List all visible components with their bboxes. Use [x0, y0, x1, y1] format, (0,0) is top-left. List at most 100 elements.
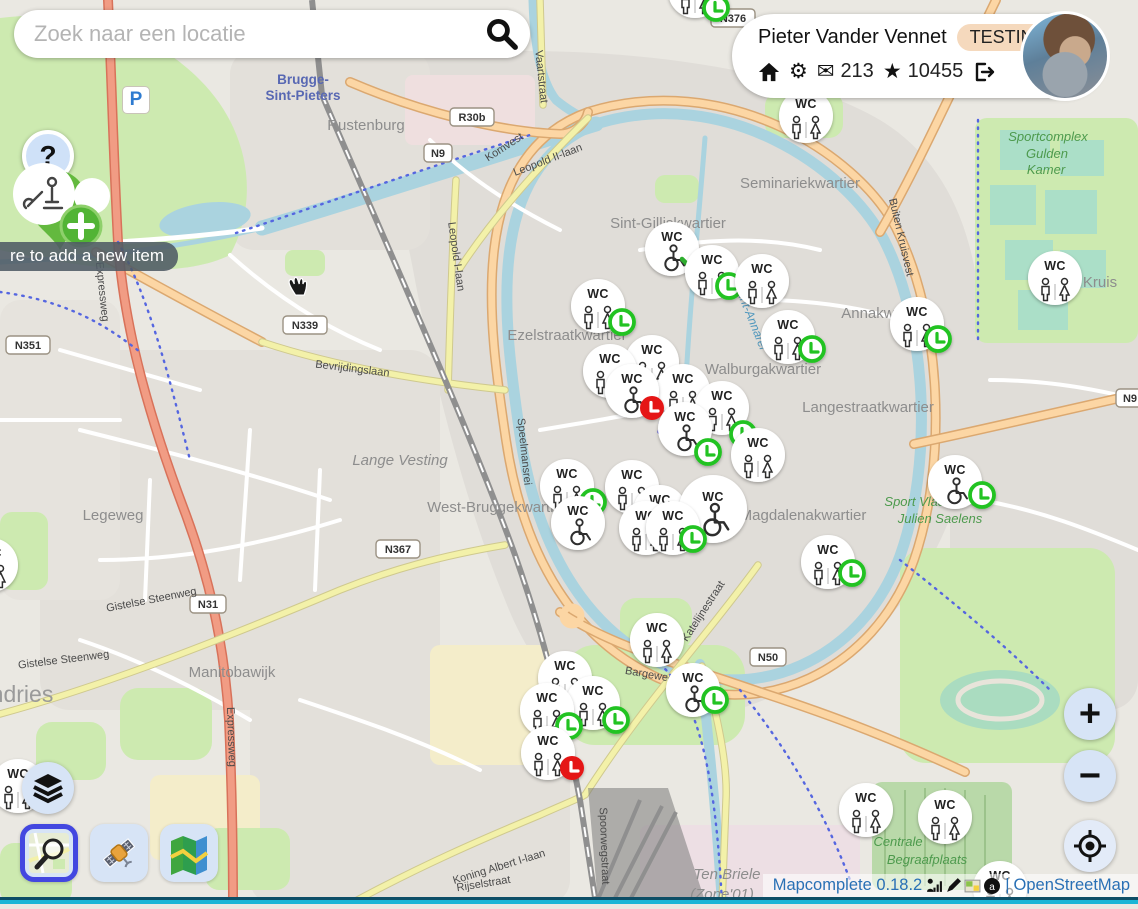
opening-hours-badge [970, 483, 994, 507]
svg-text:WC: WC [641, 343, 662, 357]
road-shield: N339 [283, 316, 327, 334]
geolocate-button[interactable] [1064, 820, 1116, 872]
svg-text:WC: WC [582, 684, 603, 698]
map-label: Brugge- [277, 72, 329, 87]
opening-hours-badge [604, 708, 628, 732]
svg-text:WC: WC [701, 253, 722, 267]
opening-hours-badge [840, 561, 864, 585]
map-label: Gulden [1026, 146, 1068, 161]
search-bar [14, 10, 530, 58]
settings-gear-icon[interactable]: ⚙ [789, 59, 808, 84]
svg-text:WC: WC [711, 389, 732, 403]
opening-hours-badge [926, 327, 950, 351]
svg-text:WC: WC [662, 509, 683, 523]
attribution-separator: | [1005, 876, 1009, 895]
parking-symbol: P [122, 86, 150, 114]
svg-text:a: a [989, 882, 995, 893]
toilet-marker[interactable]: WC [839, 783, 893, 837]
svg-text:N31: N31 [198, 599, 218, 611]
toilet-marker[interactable]: WC [735, 254, 789, 308]
messages-count: 213 [840, 60, 873, 83]
hand-cursor-icon [283, 268, 313, 305]
theme-icon[interactable] [964, 877, 981, 894]
road-shield: N9 [1116, 389, 1138, 407]
search-input[interactable] [14, 21, 484, 47]
layers-button[interactable] [22, 762, 74, 814]
svg-text:WC: WC [554, 659, 575, 673]
map-label: Seminariekwartier [740, 175, 860, 192]
svg-text:WC: WC [795, 97, 816, 111]
map-label: Ten Briele [694, 866, 761, 883]
map-canvas[interactable]: N376R30bN9N339N351N367N31N50N9 Rustenbur… [0, 0, 1138, 904]
toilet-marker[interactable]: WC [918, 790, 972, 844]
openstreetmap-link[interactable]: OpenStreetMap [1014, 876, 1130, 895]
crosshair-icon [1073, 829, 1107, 863]
map-label: Sportcomplex [1008, 129, 1088, 144]
svg-text:N367: N367 [385, 544, 411, 556]
user-avatar[interactable] [1020, 11, 1110, 101]
attribution-bar: Mapcomplete 0.18.2 a | OpenStreetMap [763, 874, 1138, 897]
home-icon[interactable] [758, 61, 780, 83]
road-shield: N351 [6, 336, 50, 354]
add-item-tooltip: re to add a new item [0, 242, 178, 271]
svg-text:WC: WC [777, 318, 798, 332]
svg-text:WC: WC [944, 463, 965, 477]
search-icon[interactable] [484, 16, 520, 52]
user-panel: Pieter Vander Vennet TESTING ⚙ ✉ 213 ★ 1… [732, 14, 1106, 98]
road-shield: R30b [450, 108, 494, 126]
background-style-switcher [20, 824, 218, 882]
zoom-in-button[interactable]: + [1064, 688, 1116, 740]
zoom-out-button[interactable]: − [1064, 750, 1116, 802]
toilet-marker[interactable]: WC [630, 613, 684, 667]
svg-text:WC: WC [536, 691, 557, 705]
folded-map-icon [167, 831, 211, 875]
road-shield: N31 [190, 595, 226, 613]
road-shield: N9 [424, 144, 452, 162]
mapcomplete-version[interactable]: Mapcomplete 0.18.2 [773, 876, 923, 895]
toilet-marker-wheelchair[interactable]: WC [551, 496, 605, 550]
map-label: Expressweg [224, 707, 238, 767]
opening-hours-badge [696, 440, 720, 464]
style-map-button[interactable] [160, 824, 218, 882]
opening-hours-badge [703, 688, 727, 712]
svg-text:WC: WC [621, 468, 642, 482]
opening-hours-badge [610, 310, 634, 334]
edit-pencil-icon[interactable] [945, 877, 962, 894]
svg-text:WC: WC [702, 490, 723, 504]
svg-text:WC: WC [646, 621, 667, 635]
svg-text:WC: WC [674, 410, 695, 424]
svg-text:N9: N9 [1123, 393, 1137, 405]
svg-text:WC: WC [1044, 259, 1065, 273]
style-osm-button[interactable] [20, 824, 78, 882]
style-satellite-button[interactable] [90, 824, 148, 882]
map-label: Julien Saelens [897, 511, 983, 526]
satellite-icon [97, 831, 141, 875]
map-label: Legeweg [83, 507, 144, 524]
osm-map-icon [27, 831, 71, 875]
map-label: Walburgakwartier [705, 361, 821, 378]
toilet-marker[interactable]: WC [1028, 251, 1082, 305]
star-icon[interactable]: ★ [883, 59, 902, 84]
svg-text:WC: WC [747, 436, 768, 450]
toilet-marker[interactable]: WC [731, 428, 785, 482]
svg-text:WC: WC [672, 372, 693, 386]
svg-text:N9: N9 [431, 148, 445, 160]
logout-icon[interactable] [972, 60, 996, 84]
svg-text:WC: WC [537, 734, 558, 748]
svg-text:R30b: R30b [459, 112, 486, 124]
map-label: Langestraatkwartier [802, 399, 934, 416]
statistics-icon[interactable] [926, 877, 943, 894]
layers-icon [31, 771, 65, 805]
road-shield: N367 [376, 540, 420, 558]
svg-text:WC: WC [751, 262, 772, 276]
opening-hours-badge [704, 0, 728, 20]
svg-text:WC: WC [567, 504, 588, 518]
user-name: Pieter Vander Vennet [758, 26, 947, 49]
bottom-theme-bar [0, 897, 1138, 904]
svg-text:WC: WC [621, 372, 642, 386]
community-icon[interactable]: a [983, 877, 1001, 895]
map-label: Rustenburg [327, 117, 405, 134]
svg-text:WC: WC [906, 305, 927, 319]
messages-envelope-icon[interactable]: ✉ [817, 59, 835, 84]
star-count: 10455 [908, 60, 964, 83]
